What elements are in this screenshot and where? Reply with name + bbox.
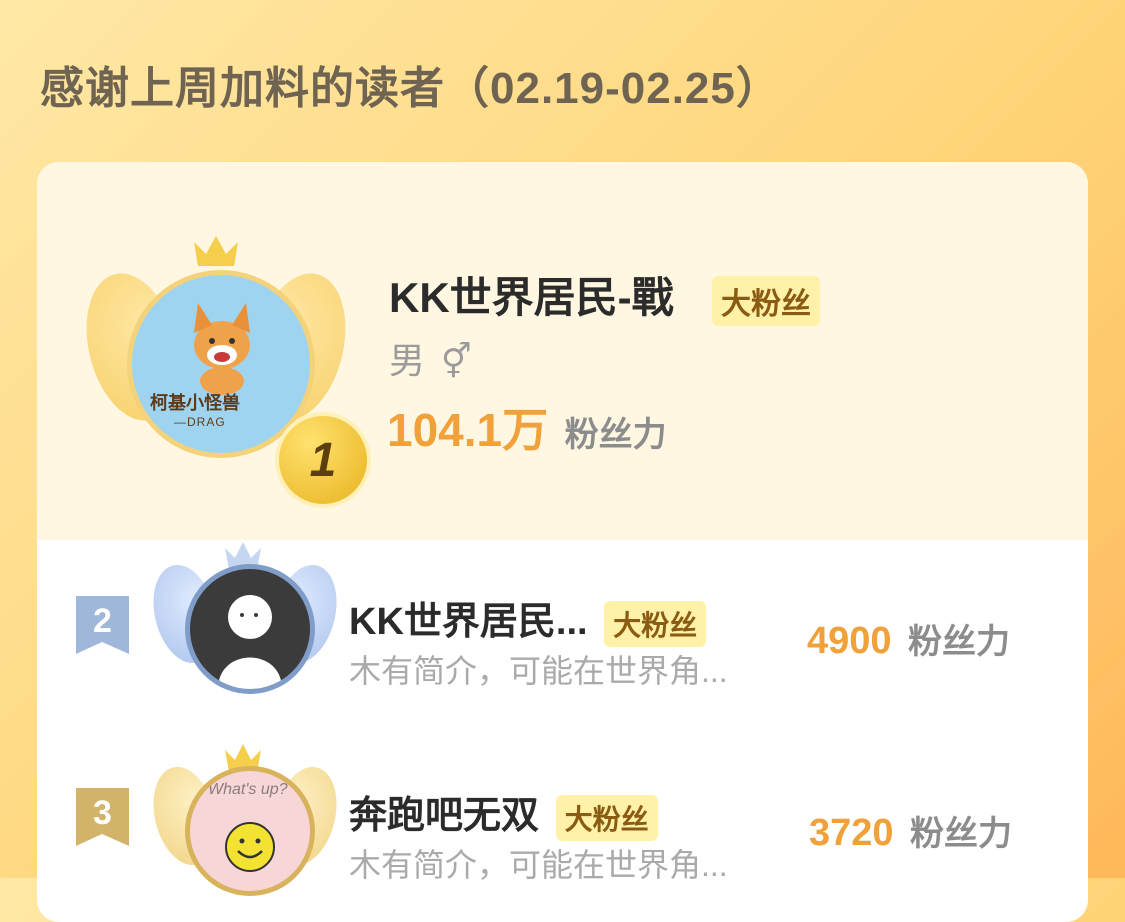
fan-power-unit: 粉丝力 <box>908 623 1010 661</box>
rank-1-item[interactable]: 柯基小怪兽 —DRAG 1 KK世界居民-戰 大粉丝 男 ⚥ 104.1万 粉丝… <box>37 162 1088 540</box>
avatar-sub-label: —DRAG <box>174 415 226 429</box>
rank-2-item[interactable]: 2 KK世界居民... 大粉丝 木有简介，可能在世界角... 4900 粉丝力 <box>37 542 1088 736</box>
crown-icon <box>194 236 238 266</box>
username-row: KK世界居民... 大粉丝 <box>349 590 707 647</box>
rank-3-avatar-frame: What's up? <box>143 740 347 920</box>
rank-number: 3 <box>93 794 112 832</box>
avatar[interactable]: What's up? <box>185 766 315 896</box>
rank-number: 2 <box>93 602 112 640</box>
male-gender-icon: ⚥ <box>441 343 472 381</box>
fan-power-value: 104.1万 <box>387 404 549 456</box>
avatar-label: 柯基小怪兽 <box>150 393 240 413</box>
rank-1-avatar-frame: 柯基小怪兽 —DRAG 1 <box>72 230 371 508</box>
user-bio: 木有简介，可能在世界角... <box>349 847 728 883</box>
gender-text: 男 ⚥ <box>389 332 472 384</box>
fan-power-value: 4900 <box>807 620 892 662</box>
fan-power-value: 3720 <box>809 812 894 854</box>
rank-3-item[interactable]: 3 What's up? 奔跑吧无双 大粉丝 木有简介，可能在世界角... 37… <box>37 740 1088 922</box>
fan-power: 3720 粉丝力 <box>809 806 1012 855</box>
fan-badge: 大粉丝 <box>604 600 707 647</box>
avatar[interactable] <box>185 564 315 694</box>
fan-badge: 大粉丝 <box>555 794 658 841</box>
username[interactable]: KK世界居民-戰 <box>389 264 674 325</box>
default-user-icon <box>218 595 282 689</box>
rank-1-medal: 1 <box>275 412 371 508</box>
gender-label: 男 <box>389 340 426 381</box>
username-row: 奔跑吧无双 大粉丝 <box>349 784 658 841</box>
fan-badge: 大粉丝 <box>712 276 820 326</box>
fan-power-unit: 粉丝力 <box>910 815 1012 853</box>
fan-power: 104.1万 粉丝力 <box>387 394 667 460</box>
avatar-label: What's up? <box>208 781 288 798</box>
username[interactable]: KK世界居民... <box>349 601 588 643</box>
user-bio: 木有简介，可能在世界角... <box>349 653 728 689</box>
fan-power: 4900 粉丝力 <box>807 614 1010 663</box>
rank-2-avatar-frame <box>143 538 347 718</box>
page-title: 感谢上周加料的读者（02.19-02.25） <box>40 64 781 113</box>
username[interactable]: 奔跑吧无双 <box>349 795 539 837</box>
fan-power-unit: 粉丝力 <box>564 416 667 454</box>
leaderboard-card: 柯基小怪兽 —DRAG 1 KK世界居民-戰 大粉丝 男 ⚥ 104.1万 粉丝… <box>37 162 1088 922</box>
